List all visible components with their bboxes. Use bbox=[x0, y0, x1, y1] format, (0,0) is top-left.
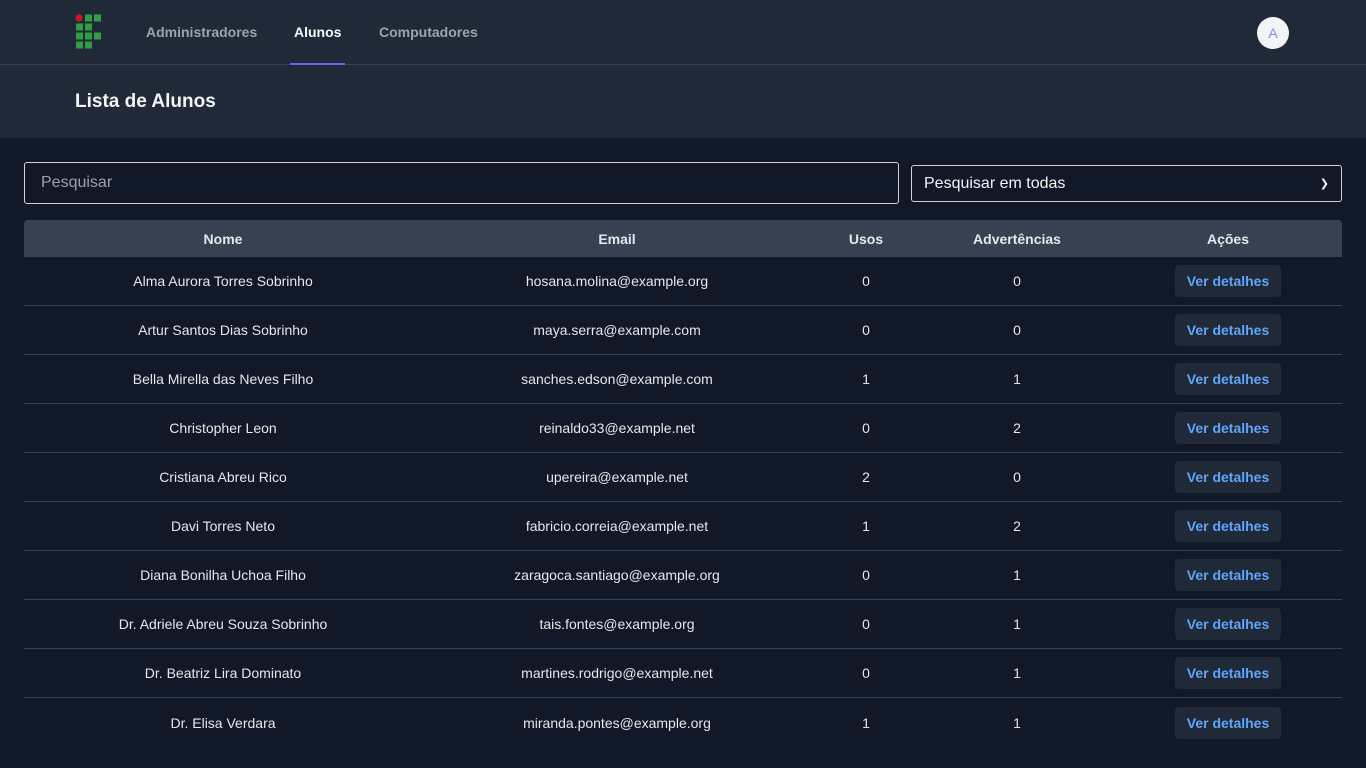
table-row: Dr. Adriele Abreu Souza Sobrinho tais.fon… bbox=[24, 600, 1342, 649]
table-row: Dr. Beatriz Lira Dominato martines.rodrig… bbox=[24, 649, 1342, 698]
table-row: Diana Bonilha Uchoa Filho zaragoca.santia… bbox=[24, 551, 1342, 600]
cell-acoes: Ver detalhes bbox=[1114, 608, 1342, 640]
page-title: Lista de Alunos bbox=[75, 91, 216, 112]
cell-nome: Cristiana Abreu Rico bbox=[159, 469, 287, 485]
cell-email: miranda.pontes@example.org bbox=[523, 714, 711, 731]
cell-acoes: Ver detalhes bbox=[1114, 265, 1342, 297]
cell-usos: 0 bbox=[862, 273, 870, 289]
table-row: Davi Torres Neto fabricio.correia@example… bbox=[24, 502, 1342, 551]
cell-email: martines.rodrigo@example.net bbox=[521, 665, 713, 681]
nav-link-computadores[interactable]: Computadores bbox=[375, 0, 482, 64]
table-body: Alma Aurora Torres Sobrinho hosana.molina… bbox=[24, 257, 1342, 747]
top-navbar: Administradores Alunos Computadores A bbox=[0, 0, 1366, 65]
table-row: Cristiana Abreu Rico upereira@example.net… bbox=[24, 453, 1342, 502]
cell-advertencias: 1 bbox=[1013, 371, 1021, 387]
cell-nome: Alma Aurora Torres Sobrinho bbox=[133, 273, 313, 289]
chevron-down-icon: ❯ bbox=[1319, 178, 1329, 190]
cell-nome: Christopher Leon bbox=[169, 420, 277, 436]
ver-detalhes-button[interactable]: Ver detalhes bbox=[1174, 363, 1282, 395]
cell-usos: 1 bbox=[862, 714, 870, 731]
cell-nome: Artur Santos Dias Sobrinho bbox=[138, 322, 308, 338]
cell-advertencias: 0 bbox=[1013, 322, 1021, 338]
cell-usos: 1 bbox=[862, 518, 870, 534]
search-input[interactable] bbox=[24, 162, 899, 204]
column-header-email: Email bbox=[598, 230, 636, 247]
search-filter-selected-value: Pesquisar em todas bbox=[924, 174, 1066, 192]
ver-detalhes-button[interactable]: Ver detalhes bbox=[1174, 706, 1282, 739]
cell-acoes: Ver detalhes bbox=[1114, 706, 1342, 739]
table-row: Alma Aurora Torres Sobrinho hosana.molina… bbox=[24, 257, 1342, 306]
cell-acoes: Ver detalhes bbox=[1114, 461, 1342, 493]
cell-usos: 0 bbox=[862, 420, 870, 436]
cell-email: hosana.molina@example.org bbox=[525, 273, 709, 289]
ver-detalhes-button[interactable]: Ver detalhes bbox=[1174, 314, 1282, 346]
cell-usos: 0 bbox=[862, 616, 870, 632]
nav-link-alunos[interactable]: Alunos bbox=[290, 0, 346, 65]
column-header-nome: Nome bbox=[203, 230, 243, 247]
cell-usos: 0 bbox=[862, 322, 870, 338]
cell-advertencias: 2 bbox=[1013, 518, 1021, 534]
table-row: Bella Mirella das Neves Filho sanches.eds… bbox=[24, 355, 1342, 404]
page-header: Lista de Alunos bbox=[0, 65, 1366, 138]
cell-usos: 1 bbox=[862, 371, 870, 387]
cell-acoes: Ver detalhes bbox=[1114, 412, 1342, 444]
ver-detalhes-button[interactable]: Ver detalhes bbox=[1174, 265, 1282, 297]
cell-advertencias: 2 bbox=[1013, 420, 1021, 436]
cell-email: upereira@example.net bbox=[546, 469, 688, 485]
ver-detalhes-button[interactable]: Ver detalhes bbox=[1174, 510, 1282, 542]
cell-acoes: Ver detalhes bbox=[1114, 363, 1342, 395]
ver-detalhes-button[interactable]: Ver detalhes bbox=[1174, 461, 1282, 493]
search-filter-select[interactable]: Pesquisar em todas ❯ bbox=[911, 165, 1342, 202]
cell-advertencias: 1 bbox=[1013, 616, 1021, 632]
column-header-advertencias: Advertências bbox=[973, 230, 1061, 247]
cell-email: reinaldo33@example.net bbox=[539, 420, 695, 436]
ver-detalhes-button[interactable]: Ver detalhes bbox=[1174, 412, 1282, 444]
ver-detalhes-button[interactable]: Ver detalhes bbox=[1174, 559, 1282, 591]
cell-usos: 0 bbox=[862, 665, 870, 681]
cell-advertencias: 0 bbox=[1013, 273, 1021, 289]
cell-nome: Davi Torres Neto bbox=[170, 518, 275, 534]
nav-link-administradores[interactable]: Administradores bbox=[142, 0, 261, 64]
cell-acoes: Ver detalhes bbox=[1114, 314, 1342, 346]
cell-usos: 2 bbox=[862, 469, 870, 485]
cell-advertencias: 1 bbox=[1013, 567, 1021, 583]
cell-email: maya.serra@example.com bbox=[533, 322, 701, 338]
cell-nome: Dr. Beatriz Lira Dominato bbox=[144, 665, 302, 681]
students-table: Nome Email Usos Advertências Ações Alma … bbox=[24, 220, 1342, 747]
cell-acoes: Ver detalhes bbox=[1114, 559, 1342, 591]
cell-email: fabricio.correia@example.net bbox=[525, 518, 709, 534]
cell-advertencias: 0 bbox=[1013, 469, 1021, 485]
cell-usos: 0 bbox=[862, 567, 870, 583]
ver-detalhes-button[interactable]: Ver detalhes bbox=[1174, 608, 1282, 640]
institution-logo[interactable] bbox=[75, 14, 102, 50]
table-header: Nome Email Usos Advertências Ações bbox=[24, 220, 1342, 257]
cell-nome: Dr. Elisa Verdara bbox=[170, 714, 276, 731]
cell-acoes: Ver detalhes bbox=[1114, 510, 1342, 542]
cell-email: zaragoca.santiago@example.org bbox=[514, 567, 720, 583]
cell-nome: Dr. Adriele Abreu Souza Sobrinho bbox=[118, 616, 328, 632]
ver-detalhes-button[interactable]: Ver detalhes bbox=[1174, 657, 1282, 689]
table-row: Artur Santos Dias Sobrinho maya.serra@exa… bbox=[24, 306, 1342, 355]
cell-email: tais.fontes@example.org bbox=[539, 616, 695, 632]
table-row: Dr. Elisa Verdara miranda.pontes@example.… bbox=[24, 698, 1342, 747]
column-header-acoes: Ações bbox=[1206, 230, 1250, 247]
cell-acoes: Ver detalhes bbox=[1114, 657, 1342, 689]
table-row: Christopher Leon reinaldo33@example.net 0 2… bbox=[24, 404, 1342, 453]
user-avatar[interactable]: A bbox=[1257, 17, 1289, 49]
column-header-usos: Usos bbox=[848, 230, 884, 247]
cell-advertencias: 1 bbox=[1013, 714, 1021, 731]
cell-email: sanches.edson@example.com bbox=[521, 371, 713, 387]
cell-nome: Bella Mirella das Neves Filho bbox=[132, 371, 314, 387]
cell-advertencias: 1 bbox=[1013, 665, 1021, 681]
cell-nome: Diana Bonilha Uchoa Filho bbox=[140, 567, 306, 583]
